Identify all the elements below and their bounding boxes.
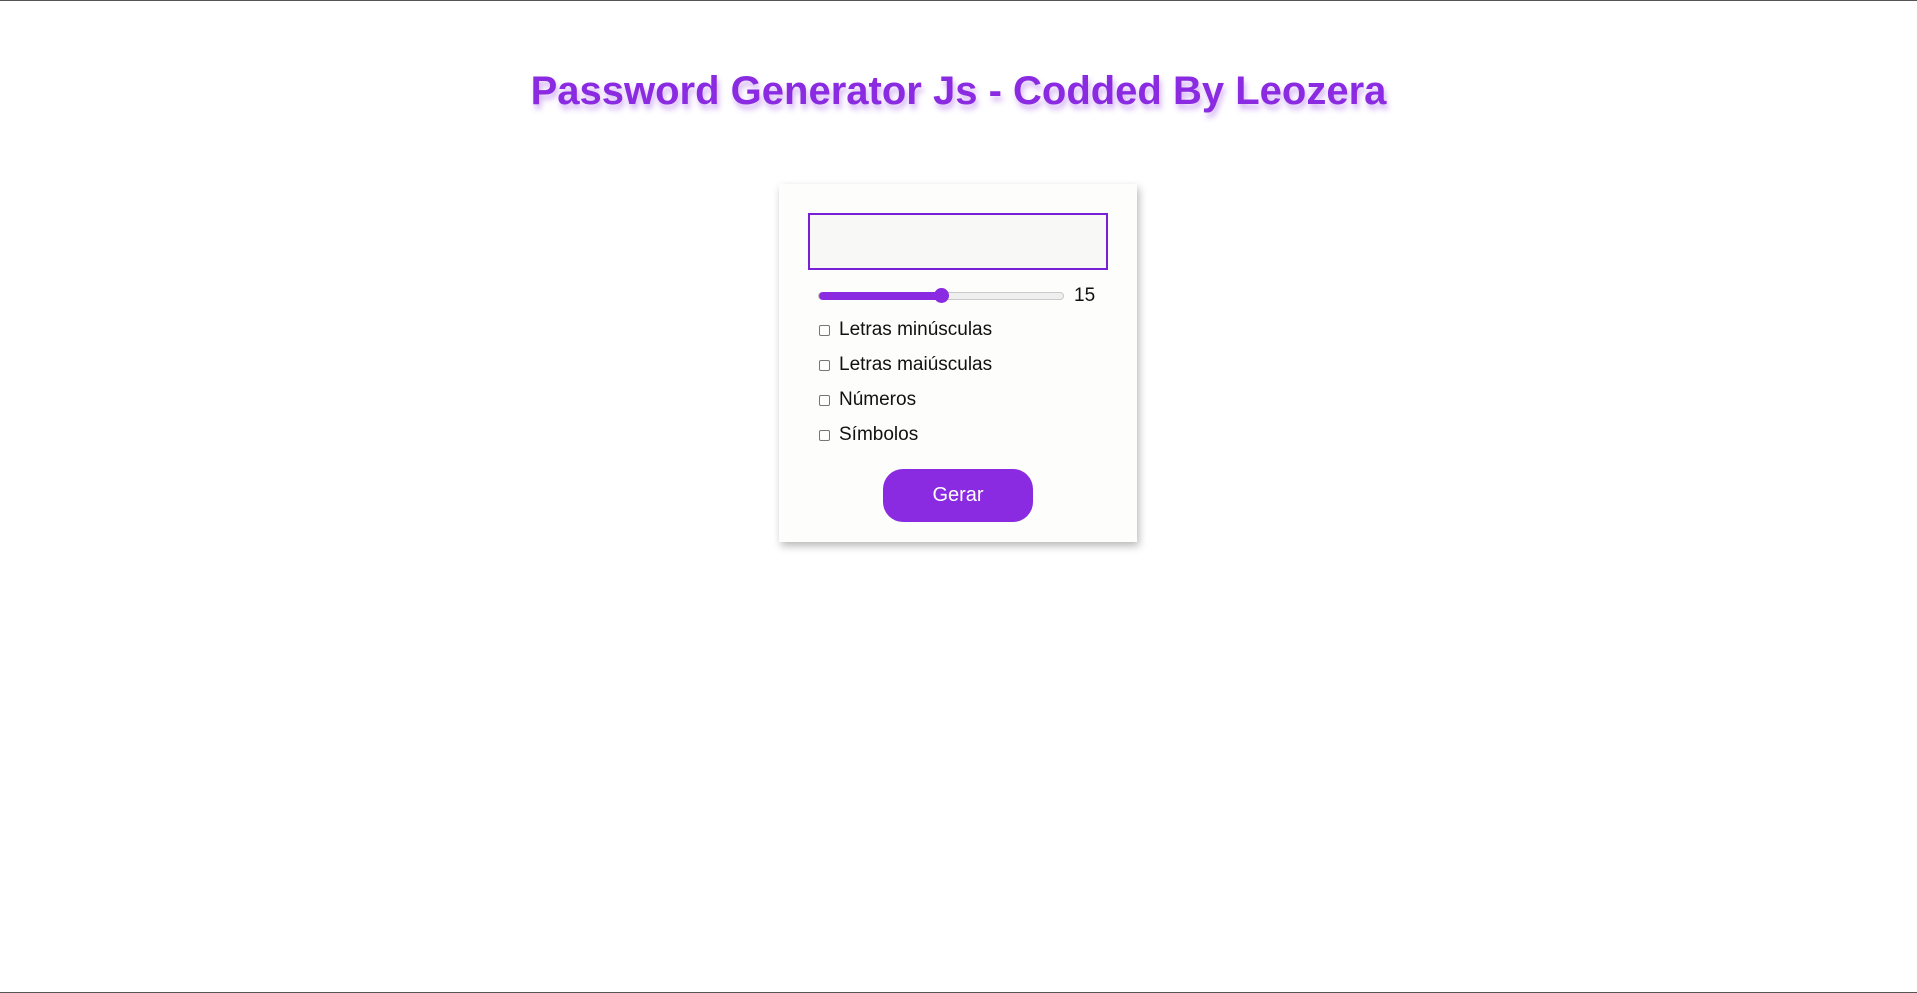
option-numbers[interactable]: Números bbox=[819, 389, 916, 411]
length-slider-fill bbox=[819, 292, 941, 300]
length-slider[interactable] bbox=[818, 288, 1064, 303]
uppercase-label: Letras maiúsculas bbox=[839, 354, 993, 375]
password-generator-card: 15 Letras minúsculas Letras maiúsculas N… bbox=[779, 184, 1137, 542]
numbers-label: Números bbox=[839, 389, 917, 410]
length-value: 15 bbox=[1074, 285, 1096, 306]
length-slider-thumb[interactable] bbox=[934, 288, 949, 303]
password-output-field[interactable] bbox=[808, 213, 1108, 270]
numbers-checkbox[interactable] bbox=[819, 394, 830, 406]
page-title: Password Generator Js - Codded By Leozer… bbox=[530, 69, 1387, 113]
generate-button[interactable]: Gerar bbox=[883, 469, 1033, 522]
lowercase-checkbox[interactable] bbox=[819, 324, 830, 336]
option-uppercase[interactable]: Letras maiúsculas bbox=[819, 354, 992, 376]
uppercase-checkbox[interactable] bbox=[819, 359, 830, 371]
option-symbols[interactable]: Símbolos bbox=[819, 424, 918, 446]
symbols-label: Símbolos bbox=[839, 424, 919, 445]
lowercase-label: Letras minúsculas bbox=[839, 319, 993, 340]
symbols-checkbox[interactable] bbox=[819, 429, 830, 441]
option-lowercase[interactable]: Letras minúsculas bbox=[819, 319, 992, 341]
